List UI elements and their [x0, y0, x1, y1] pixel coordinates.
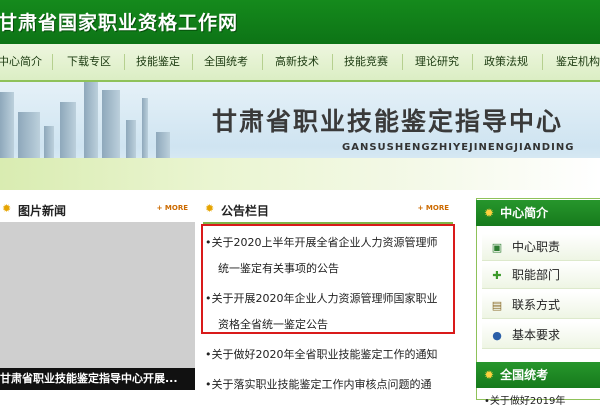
national-exam-header: ✹ 全国统考 — [476, 362, 600, 388]
nav-separator — [262, 54, 263, 70]
plus-icon: ✚ — [492, 268, 502, 282]
nav-separator — [52, 54, 53, 70]
center-intro-item-contact[interactable]: ▤ 联系方式 — [482, 292, 600, 319]
nav-item-downloads[interactable]: 下载专区 — [58, 44, 120, 80]
center-intro-item-departments[interactable]: ✚ 职能部门 — [482, 262, 600, 289]
nav-item-skill-appraisal[interactable]: 技能鉴定 — [128, 44, 188, 80]
banner-subtitle: GANSUSHENGZHIYEJINENGJIANDING — [342, 142, 575, 153]
nav-separator — [472, 54, 473, 70]
announcements-more-link[interactable]: + MORE — [418, 204, 449, 212]
main-nav: 中心简介 下载专区 技能鉴定 全国统考 高新技术 技能竞赛 理论研究 政策法规 … — [0, 44, 600, 82]
photo-news-title: 图片新闻 — [18, 204, 67, 218]
center-intro-item-duties[interactable]: ▣ 中心职责 — [482, 234, 600, 261]
center-intro-item-label: 联系方式 — [512, 298, 561, 312]
site-header: 甘肃省国家职业资格工作网 — [0, 0, 600, 44]
person-icon: ● — [492, 328, 502, 342]
photo-news-more-link[interactable]: + MORE — [157, 204, 188, 212]
center-intro-title: 中心简介 — [500, 206, 549, 220]
nav-item-skill-contest[interactable]: 技能竞赛 — [336, 44, 396, 80]
highlight-box — [201, 224, 455, 334]
banner-ground — [0, 158, 600, 190]
nav-item-high-tech[interactable]: 高新技术 — [266, 44, 328, 80]
document-icon: ▤ — [491, 298, 503, 312]
announcement-item[interactable]: •关于做好2020年全省职业技能鉴定工作的通知 — [205, 346, 437, 362]
banner: 甘肃省职业技能鉴定指导中心 GANSUSHENGZHIYEJINENGJIAND… — [0, 82, 600, 190]
national-exam-title: 全国统考 — [500, 368, 549, 382]
nav-separator — [192, 54, 193, 70]
nav-item-policy[interactable]: 政策法规 — [476, 44, 536, 80]
center-intro-item-label: 基本要求 — [512, 328, 561, 342]
nav-item-institutions[interactable]: 鉴定机构 — [548, 44, 600, 80]
nav-separator — [332, 54, 333, 70]
photo-news-header: ✹ 图片新闻 + MORE — [0, 198, 192, 224]
photo-news-caption[interactable]: 甘肃省职业技能鉴定指导中心开展... — [0, 368, 195, 390]
nav-item-center-intro[interactable]: 中心简介 — [0, 44, 46, 80]
star-icon: ✹ — [2, 202, 12, 215]
announcements-header: ✹ 公告栏目 + MORE — [203, 198, 453, 224]
site-title[interactable]: 甘肃省国家职业资格工作网 — [0, 8, 238, 35]
center-intro-header: ✹ 中心简介 — [476, 200, 600, 226]
announcements-title: 公告栏目 — [221, 204, 270, 218]
center-intro-item-label: 职能部门 — [512, 268, 561, 282]
photo-news-image[interactable]: 甘肃省职业技能鉴定指导中心开展... — [0, 222, 195, 390]
star-icon: ✹ — [484, 206, 495, 220]
star-icon: ✹ — [205, 202, 215, 215]
nav-item-national-exam[interactable]: 全国统考 — [196, 44, 256, 80]
nav-item-theory-research[interactable]: 理论研究 — [406, 44, 468, 80]
center-intro-item-requirements[interactable]: ● 基本要求 — [482, 322, 600, 349]
center-intro-item-label: 中心职责 — [512, 240, 561, 254]
announcement-item[interactable]: •关于落实职业技能鉴定工作内审核点问题的通 — [205, 376, 432, 392]
nav-separator — [124, 54, 125, 70]
star-icon: ✹ — [484, 368, 495, 382]
nav-separator — [402, 54, 403, 70]
banner-title: 甘肃省职业技能鉴定指导中心 — [212, 107, 564, 136]
book-icon: ▣ — [491, 240, 503, 254]
nav-separator — [542, 54, 543, 70]
